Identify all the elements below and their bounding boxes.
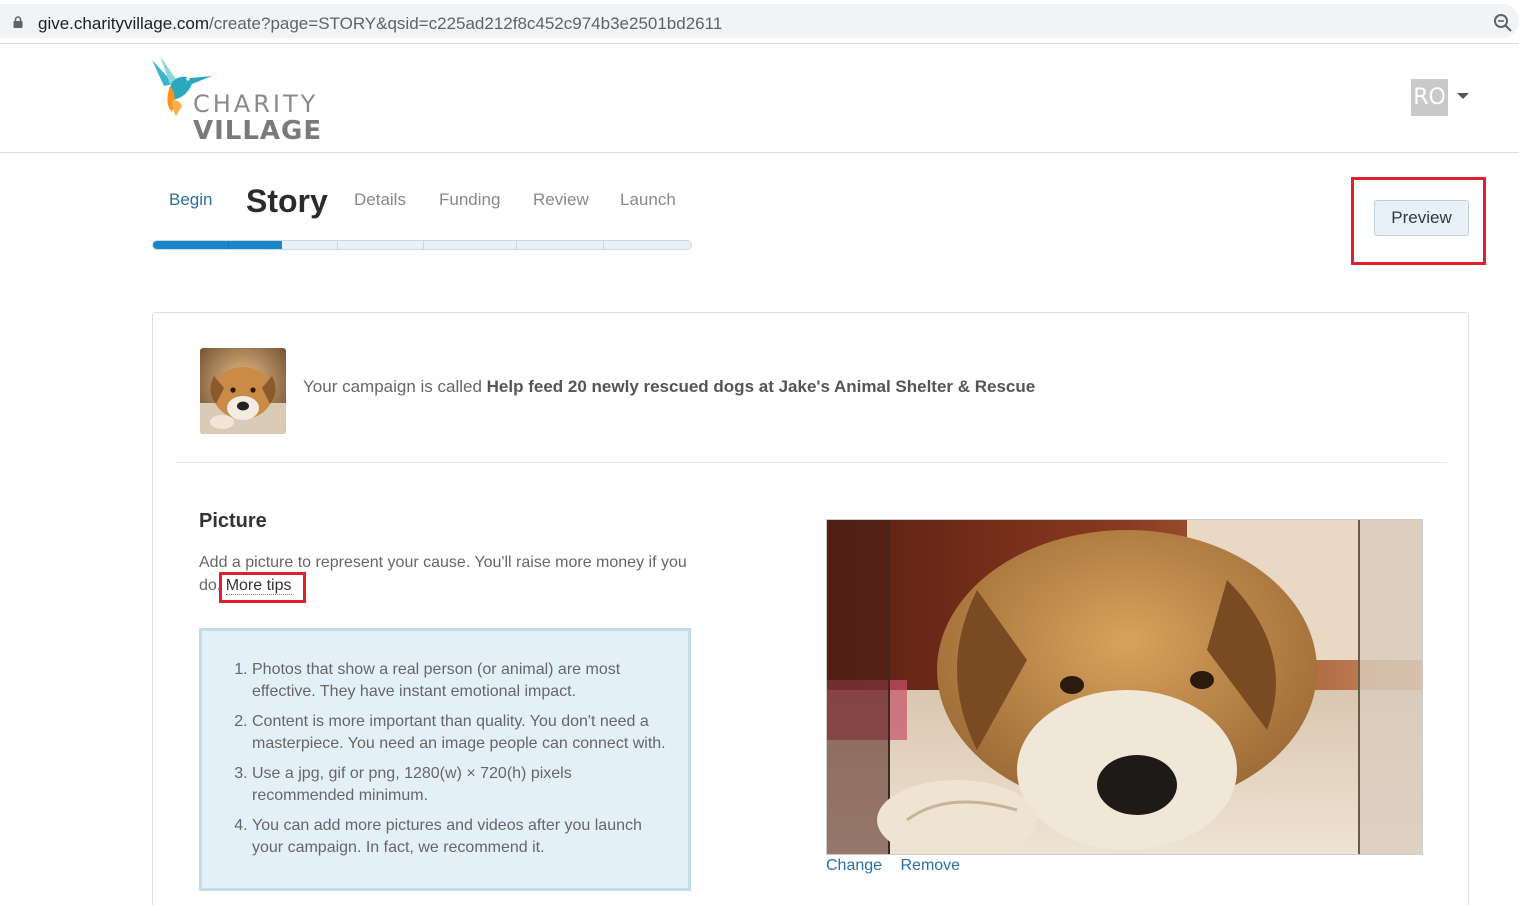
lock-icon [13, 16, 23, 28]
logo-text-charity: CHARITY [193, 90, 319, 118]
tip-item: Use a jpg, gif or png, 1280(w) × 720(h) … [252, 763, 670, 807]
wizard-steps: Begin Story Details Funding Review Launc… [152, 183, 692, 250]
picture-section-title: Picture [199, 510, 267, 532]
campaign-name: Help feed 20 newly rescued dogs at Jake'… [486, 377, 1036, 396]
progress-divider [516, 241, 517, 249]
step-details[interactable]: Details [354, 190, 406, 210]
progress-fill [153, 241, 283, 249]
zoom-icon[interactable] [1493, 13, 1513, 33]
divider [176, 462, 1446, 463]
tip-item: Photos that show a real person (or anima… [252, 659, 670, 703]
progress-divider [603, 241, 604, 249]
highlight-box-preview [1351, 177, 1486, 265]
user-avatar[interactable]: RO [1411, 79, 1448, 116]
campaign-picture [826, 519, 1423, 855]
logo-text-village: VILLAGE [193, 116, 323, 146]
picture-tips-panel: Photos that show a real person (or anima… [199, 628, 691, 891]
step-review[interactable]: Review [533, 190, 589, 210]
step-story[interactable]: Story [246, 183, 328, 220]
tip-item: Content is more important than quality. … [252, 711, 670, 755]
url-host: give.charityvillage.com [38, 14, 210, 33]
step-funding[interactable]: Funding [439, 190, 500, 210]
campaign-name-line: Your campaign is called Help feed 20 new… [303, 377, 1035, 397]
dog-thumbnail-image [200, 348, 286, 434]
highlight-box-more-tips [219, 572, 306, 603]
chevron-down-icon[interactable] [1457, 93, 1469, 99]
progress-divider [337, 241, 338, 249]
browser-address-bar: give.charityvillage.com/create?page=STOR… [0, 0, 1519, 44]
charity-village-logo[interactable]: CHARITY VILLAGE [150, 54, 330, 146]
campaign-thumbnail [200, 348, 286, 434]
dog-photo-image [827, 520, 1422, 854]
remove-picture-link[interactable]: Remove [901, 857, 961, 874]
step-begin[interactable]: Begin [169, 190, 212, 210]
campaign-prefix: Your campaign is called [303, 377, 487, 396]
picture-actions: Change Remove [826, 857, 974, 875]
site-header: CHARITY VILLAGE RO [0, 44, 1519, 153]
url-field[interactable]: give.charityvillage.com/create?page=STOR… [0, 4, 1519, 38]
tip-item: You can add more pictures and videos aft… [252, 815, 670, 859]
url-path: /create?page=STORY&qsid=c225ad212f8c452c… [209, 14, 723, 33]
url-text: give.charityvillage.com/create?page=STOR… [38, 14, 722, 34]
progress-divider [228, 241, 229, 249]
change-picture-link[interactable]: Change [826, 857, 882, 874]
wizard-progress-bar [152, 240, 692, 250]
tips-list: Photos that show a real person (or anima… [230, 659, 670, 867]
story-card: Your campaign is called Help feed 20 new… [152, 312, 1469, 905]
step-launch[interactable]: Launch [620, 190, 676, 210]
progress-divider [423, 241, 424, 249]
